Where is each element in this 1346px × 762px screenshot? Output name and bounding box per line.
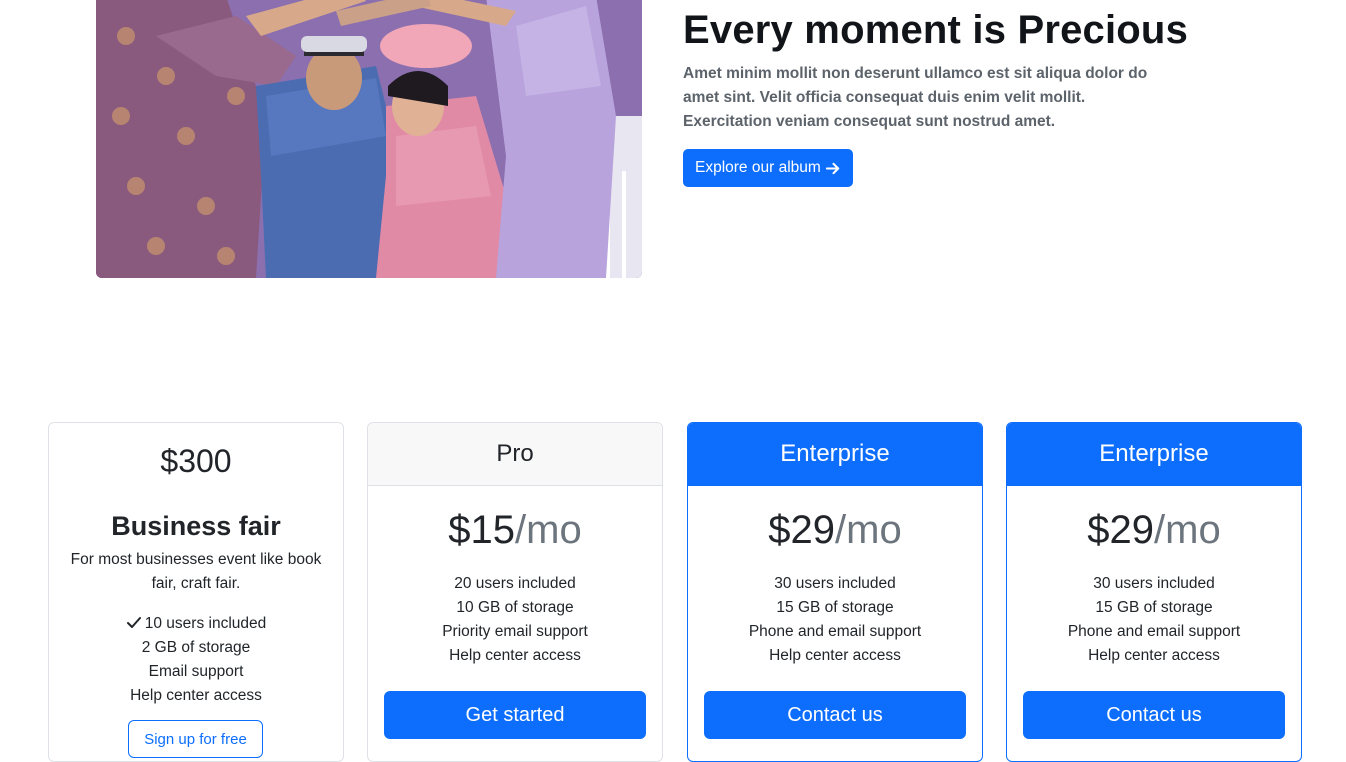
pricing-card-enterprise: Enterprise $29/mo 30 users included 15 G… xyxy=(687,422,983,762)
hero-photo xyxy=(96,0,642,278)
feature-item: 30 users included xyxy=(1093,575,1215,592)
hero-photo-illustration xyxy=(96,0,642,278)
check-icon xyxy=(126,617,141,628)
feature-item: Help center access xyxy=(769,647,901,664)
feature-item: Help center access xyxy=(130,687,262,704)
feature-item: 2 GB of storage xyxy=(141,639,251,656)
feature-item: Help center access xyxy=(1088,647,1220,664)
enterprise-price: $29/mo xyxy=(688,506,982,554)
enterprise-price-period: /mo xyxy=(835,508,902,552)
feature-item: Priority email support xyxy=(442,623,588,640)
enterprise-feature-list: 30 users included 15 GB of storage Phone… xyxy=(1007,572,1301,668)
pro-price-amount: $15 xyxy=(448,508,516,552)
enterprise-price-amount: $29 xyxy=(1087,508,1155,552)
enterprise-card-header: Enterprise xyxy=(688,423,982,486)
enterprise-feature-list: 30 users included 15 GB of storage Phone… xyxy=(688,572,982,668)
sign-up-free-button[interactable]: Sign up for free xyxy=(128,720,263,758)
feature-item: 10 GB of storage xyxy=(456,599,574,616)
pro-price: $15/mo xyxy=(368,506,662,554)
contact-us-button[interactable]: Contact us xyxy=(704,691,966,739)
hero-title: Every moment is Precious xyxy=(683,8,1189,52)
arrow-right-icon xyxy=(825,162,840,174)
enterprise-price-period: /mo xyxy=(1154,508,1221,552)
enterprise-price-amount: $29 xyxy=(768,508,836,552)
feature-item: Help center access xyxy=(449,647,581,664)
pricing-card-business: $300 Business fair For most businesses e… xyxy=(48,422,344,762)
business-feature-list: 10 users included 2 GB of storage Email … xyxy=(49,612,343,708)
feature-item: 15 GB of storage xyxy=(776,599,894,616)
feature-item: 15 GB of storage xyxy=(1095,599,1213,616)
explore-album-label: Explore our album xyxy=(695,159,821,176)
feature-item: Email support xyxy=(148,663,244,680)
feature-item: 10 users included xyxy=(49,612,343,636)
pro-card-header: Pro xyxy=(368,423,662,486)
enterprise-card-header: Enterprise xyxy=(1007,423,1301,486)
pricing-card-pro: Pro $15/mo 20 users included 10 GB of st… xyxy=(367,422,663,762)
pro-price-period: /mo xyxy=(515,508,582,552)
feature-item: Phone and email support xyxy=(748,623,922,640)
business-title: Business fair xyxy=(111,511,281,541)
contact-us-button[interactable]: Contact us xyxy=(1023,691,1285,739)
explore-album-button[interactable]: Explore our album xyxy=(683,149,853,187)
feature-item: 30 users included xyxy=(774,575,896,592)
pricing-card-enterprise-2: Enterprise $29/mo 30 users included 15 G… xyxy=(1006,422,1302,762)
enterprise-price: $29/mo xyxy=(1007,506,1301,554)
business-price: $300 xyxy=(160,443,232,479)
feature-item: 20 users included xyxy=(454,575,576,592)
get-started-button[interactable]: Get started xyxy=(384,691,646,739)
feature-item: Phone and email support xyxy=(1067,623,1241,640)
pro-feature-list: 20 users included 10 GB of storage Prior… xyxy=(368,572,662,668)
hero-description: Amet minim mollit non deserunt ullamco e… xyxy=(683,65,1148,130)
business-description: For most businesses event like book fair… xyxy=(70,551,322,592)
